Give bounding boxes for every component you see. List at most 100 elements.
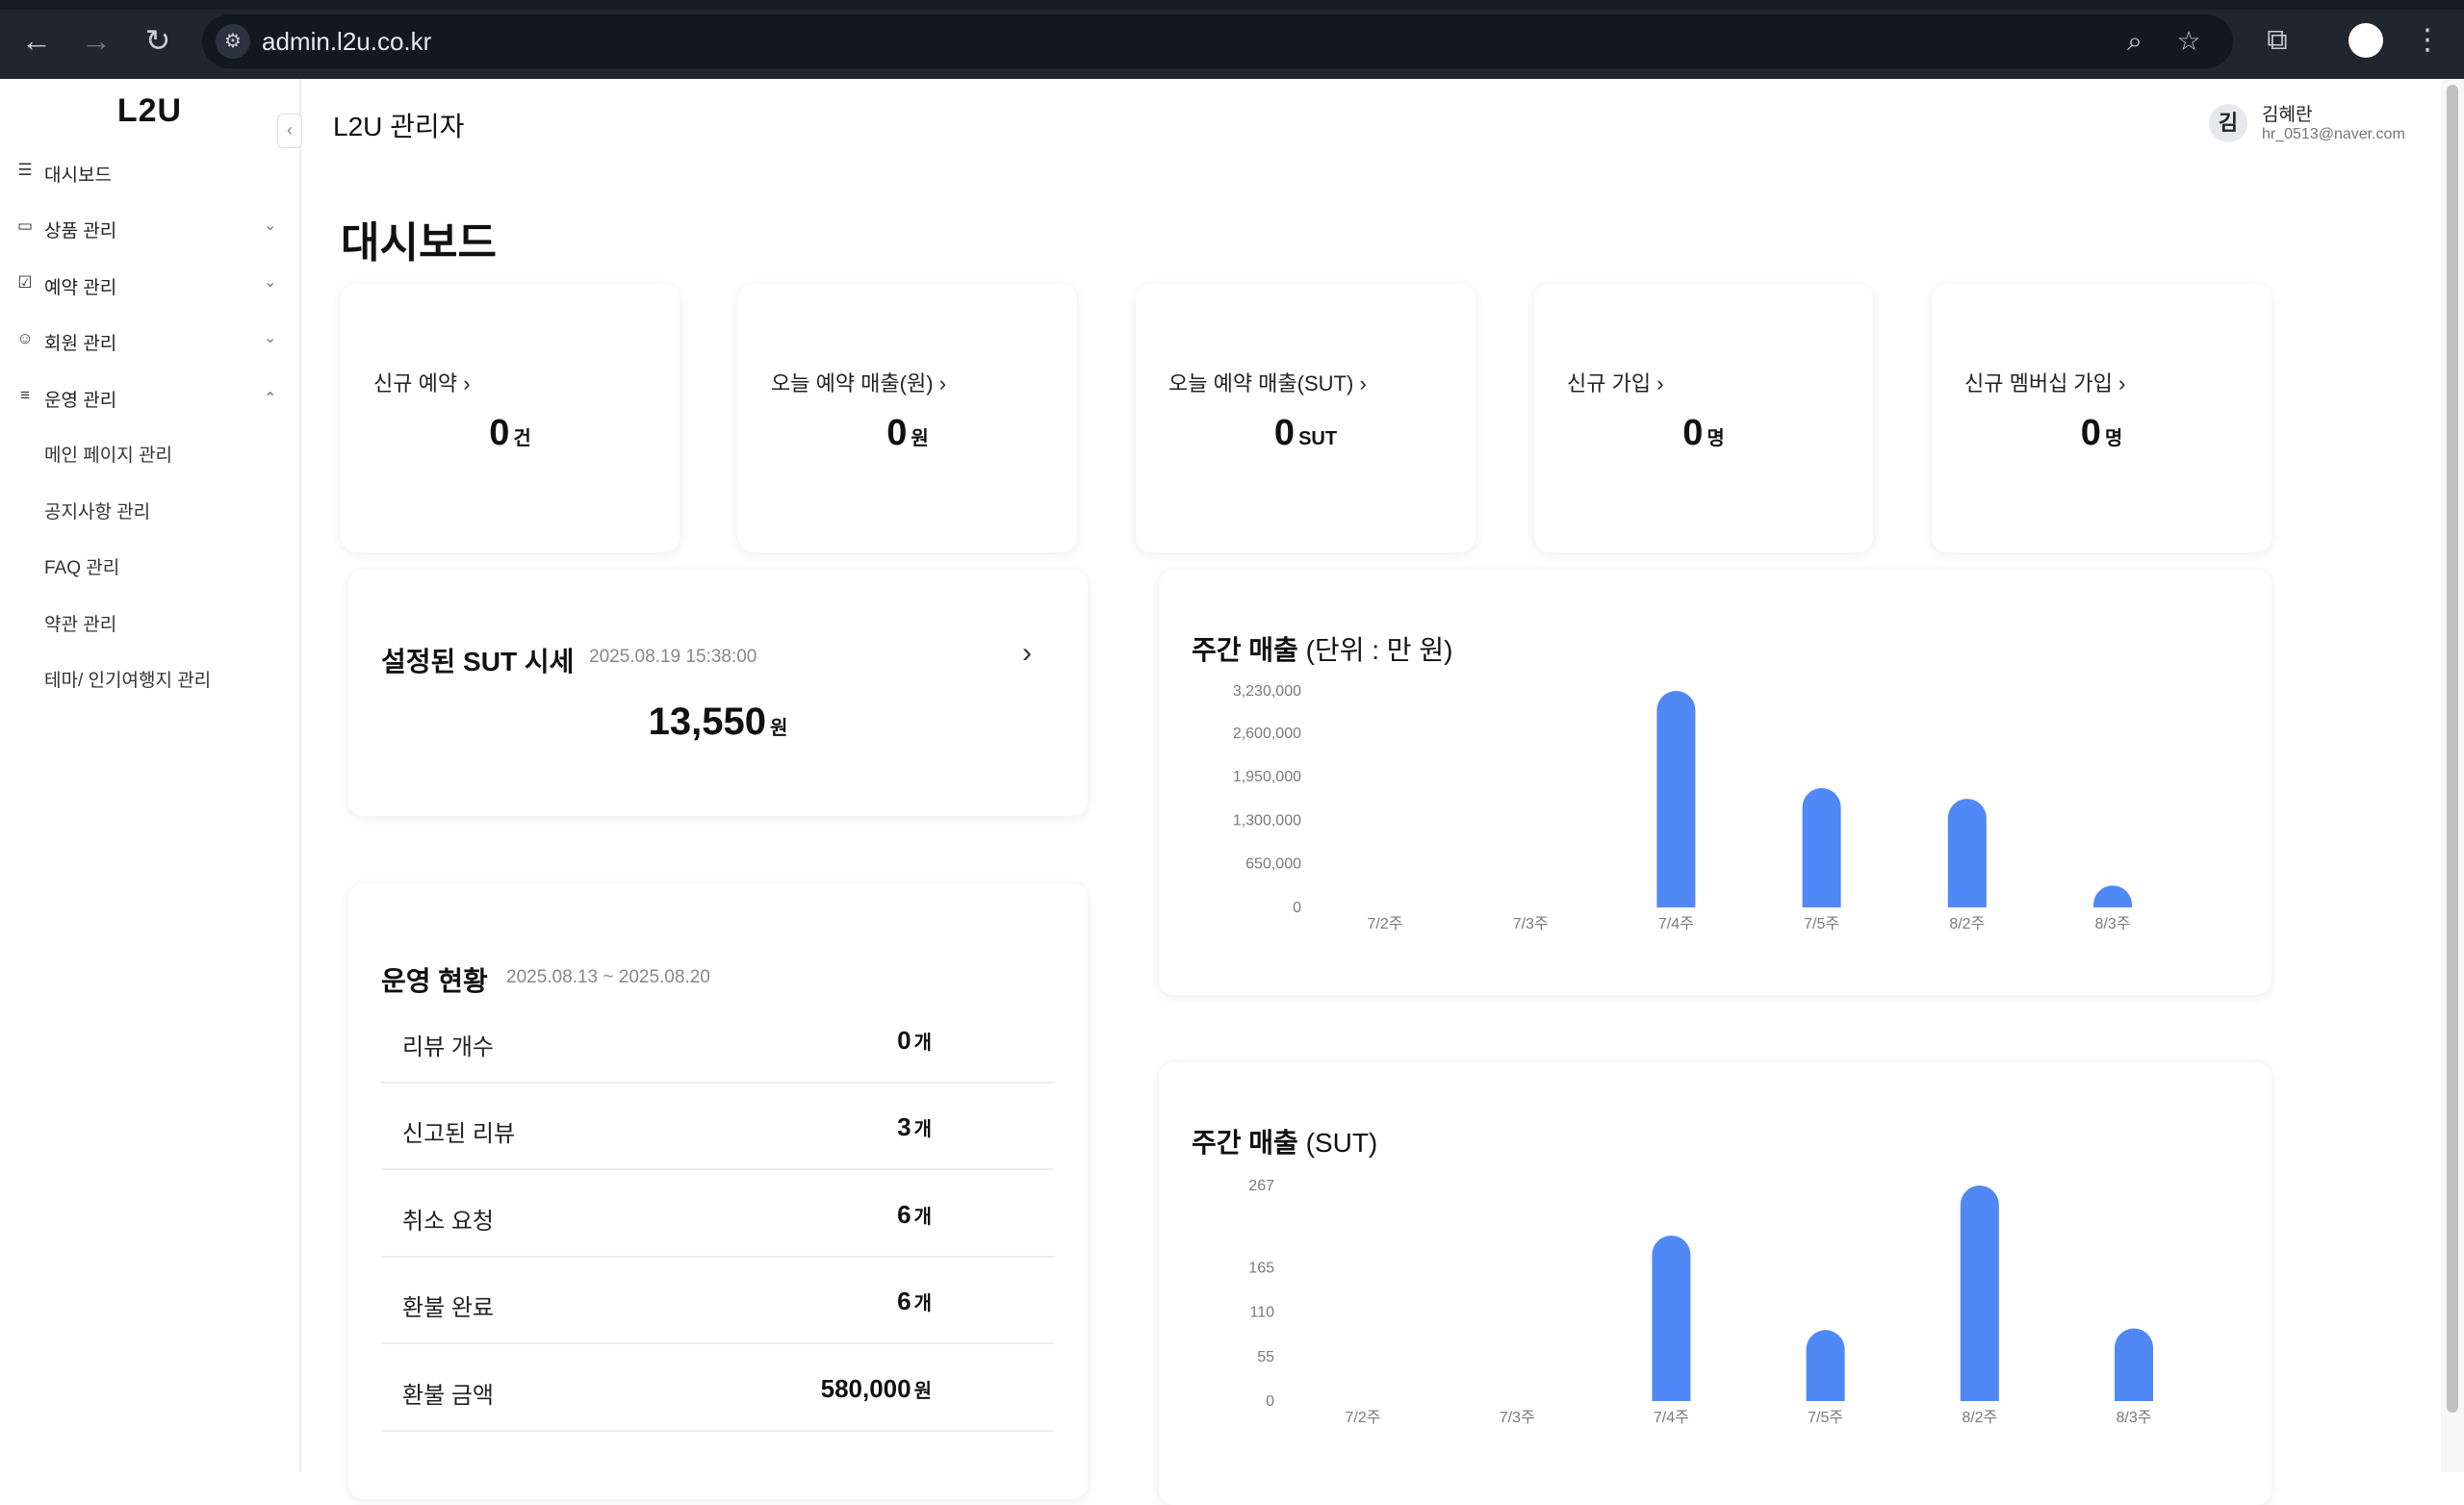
sidebar-subitem-themes[interactable]: 테마/ 인기여행지 관리: [44, 666, 211, 692]
calendar-check-icon: ☑: [17, 273, 33, 292]
chart-bar: [1656, 691, 1696, 907]
table-row: 환불 금액 580,000 원: [381, 1343, 1055, 1432]
sidebar-item-members[interactable]: ☺ 회원 관리 ⌄: [0, 320, 289, 359]
menu-kebab-icon[interactable]: ⋮: [2406, 19, 2449, 62]
x-tick-label: 7/2주: [1346, 1410, 1381, 1426]
page-title: 대시보드: [341, 219, 497, 267]
page-scrollbar[interactable]: [2441, 79, 2464, 1472]
weekly-sales-krw-chart: 0 650,000 1,300,000 1,950,000 2,600,000 3,230…: [1233, 683, 2132, 932]
extensions-icon[interactable]: ⧉: [2256, 19, 2298, 62]
sidebar-subitem-faq[interactable]: FAQ 관리: [44, 553, 119, 579]
address-bar[interactable]: ⚙ admin.l2u.co.kr ⌕ ☆: [202, 14, 2233, 68]
stat-label[interactable]: 신규 예약 ›: [373, 367, 471, 397]
chevron-right-icon[interactable]: ›: [1022, 637, 1032, 670]
bookmark-star-icon[interactable]: ☆: [2169, 22, 2208, 61]
table-row: 환불 완료 6 개: [381, 1256, 1055, 1344]
site-settings-icon[interactable]: ⚙: [216, 24, 250, 59]
stat-label[interactable]: 오늘 예약 매출(원) ›: [771, 367, 946, 397]
url-text[interactable]: admin.l2u.co.kr: [262, 27, 431, 57]
x-tick-label: 7/5주: [1804, 916, 1839, 932]
weekly-sales-sut-card: 주간 매출 (SUT) 0 55 110 165 267 7/2주 7/3주 7/4주 7/5주…: [1159, 1062, 2272, 1505]
user-name[interactable]: 김혜란: [2262, 100, 2312, 126]
zoom-icon[interactable]: ⌕: [2116, 22, 2154, 61]
stat-value: 0명: [2080, 413, 2123, 453]
bag-icon: ▭: [16, 217, 34, 235]
sidebar-item-label: 운영 관리: [44, 391, 117, 411]
sut-price-title: 설정된 SUT 시세: [381, 647, 575, 676]
table-row: 신고된 리뷰 3 개: [381, 1082, 1055, 1170]
avatar[interactable]: 김: [2209, 104, 2247, 142]
sidebar-subitem-terms[interactable]: 약관 관리: [44, 610, 116, 636]
sidebar-collapse-button[interactable]: ‹: [277, 114, 302, 148]
chevron-right-icon: ›: [1359, 371, 1367, 395]
chart-bar: [1802, 788, 1841, 907]
stat-card-new-memberships[interactable]: 신규 멤버십 가입 › 0명: [1932, 284, 2272, 552]
sut-price-value: 13,550 원: [648, 701, 788, 743]
table-row: 리뷰 개수 0 개: [381, 995, 1055, 1084]
stat-label[interactable]: 신규 멤버십 가입 ›: [1964, 367, 2125, 397]
sidebar: L2U ‹ ☰ 대시보드 ▭ 상품 관리 ⌄ ☑ 예약 관리 ⌄ ☺ 회원 관리…: [0, 79, 302, 1472]
chevron-right-icon: ›: [1656, 371, 1664, 395]
sidebar-item-dashboard[interactable]: ☰ 대시보드: [0, 152, 289, 191]
browser-toolbar: ← → ↻ ⚙ admin.l2u.co.kr ⌕ ☆ ⧉ ⋮: [0, 0, 2464, 79]
sidebar-item-label: 상품 관리: [44, 221, 117, 242]
x-tick-label: 8/2주: [1962, 1410, 1997, 1426]
table-row: 취소 요청 6 개: [381, 1169, 1055, 1258]
sidebar-subitem-notices[interactable]: 공지사항 관리: [44, 497, 150, 523]
x-tick-label: 7/3주: [1513, 916, 1549, 932]
stat-value: 0원: [886, 413, 929, 453]
stat-label[interactable]: 신규 가입 ›: [1567, 367, 1664, 397]
profile-avatar-icon[interactable]: [2348, 23, 2383, 58]
chart-bar: [1960, 1186, 1999, 1401]
y-tick-label: 3,230,000: [1233, 683, 1301, 700]
scrollbar-thumb[interactable]: [2447, 85, 2458, 1413]
y-tick-label: 0: [1266, 1393, 1274, 1410]
reload-icon[interactable]: ↻: [137, 19, 179, 62]
y-tick-label: 165: [1248, 1261, 1274, 1277]
chevron-down-icon: ⌄: [264, 274, 277, 291]
sidebar-item-products[interactable]: ▭ 상품 관리 ⌄: [0, 208, 289, 246]
app-title: L2U 관리자: [333, 112, 465, 141]
y-tick-label: 110: [1249, 1305, 1274, 1321]
weekly-sales-krw-card: 주간 매출 (단위 : 만 원) 0 650,000 1,300,000 1,950,…: [1159, 570, 2272, 995]
logo[interactable]: L2U: [0, 92, 299, 130]
sidebar-item-label: 예약 관리: [44, 278, 117, 298]
chart-bar: [1947, 799, 1987, 907]
y-tick-label: 0: [1293, 900, 1301, 916]
chart-bar: [2093, 885, 2132, 907]
chart-bar: [1806, 1330, 1845, 1401]
y-tick-label: 1,950,000: [1233, 769, 1301, 785]
x-tick-label: 7/5주: [1808, 1410, 1843, 1426]
user-email: hr_0513@naver.com: [2262, 126, 2405, 142]
weekly-sales-sut-chart: 0 55 110 165 267 7/2주 7/3주 7/4주 7/5주 8/2주 8/3주: [1248, 1178, 2153, 1426]
y-tick-label: 650,000: [1245, 856, 1301, 873]
x-tick-label: 7/4주: [1658, 916, 1694, 932]
sidebar-item-operations[interactable]: ≡ 운영 관리 ⌃: [0, 377, 289, 416]
forward-icon[interactable]: →: [75, 19, 117, 62]
sidebar-item-reservations[interactable]: ☑ 예약 관리 ⌄: [0, 265, 289, 303]
sidebar-subitem-main-page[interactable]: 메인 페이지 관리: [44, 441, 172, 467]
chart-bar: [1652, 1236, 1691, 1401]
x-tick-label: 8/2주: [1949, 916, 1985, 932]
sut-price-card: 설정된 SUT 시세 2025.08.19 15:38:00 › 13,550 원: [348, 570, 1088, 816]
stat-card-new-signups[interactable]: 신규 가입 › 0명: [1534, 284, 1873, 552]
y-tick-label: 267: [1248, 1178, 1274, 1194]
chevron-right-icon: ›: [2118, 371, 2126, 395]
y-tick-label: 1,300,000: [1233, 812, 1301, 829]
operations-title: 운영 현황: [381, 966, 488, 996]
chevron-down-icon: ⌄: [264, 330, 277, 346]
stat-label[interactable]: 오늘 예약 매출(SUT) ›: [1168, 367, 1367, 397]
stat-card-new-reservations[interactable]: 신규 예약 › 0건: [341, 284, 680, 552]
list-settings-icon: ≡: [20, 386, 30, 404]
users-icon: ☺: [16, 329, 34, 347]
tab-strip: [0, 0, 2464, 10]
chart-bar: [2115, 1328, 2153, 1401]
stat-card-today-sales-sut[interactable]: 오늘 예약 매출(SUT) › 0 SUT: [1136, 284, 1476, 552]
operations-card: 운영 현황 2025.08.13 ~ 2025.08.20 리뷰 개수 0 개 신고…: [348, 883, 1088, 1499]
back-icon[interactable]: ←: [15, 19, 58, 62]
y-tick-label: 2,600,000: [1233, 726, 1301, 742]
x-tick-label: 7/3주: [1500, 1410, 1535, 1426]
x-tick-label: 7/4주: [1654, 1410, 1689, 1426]
stat-card-today-sales-krw[interactable]: 오늘 예약 매출(원) › 0원: [738, 284, 1077, 552]
sidebar-item-label: 회원 관리: [44, 334, 117, 354]
